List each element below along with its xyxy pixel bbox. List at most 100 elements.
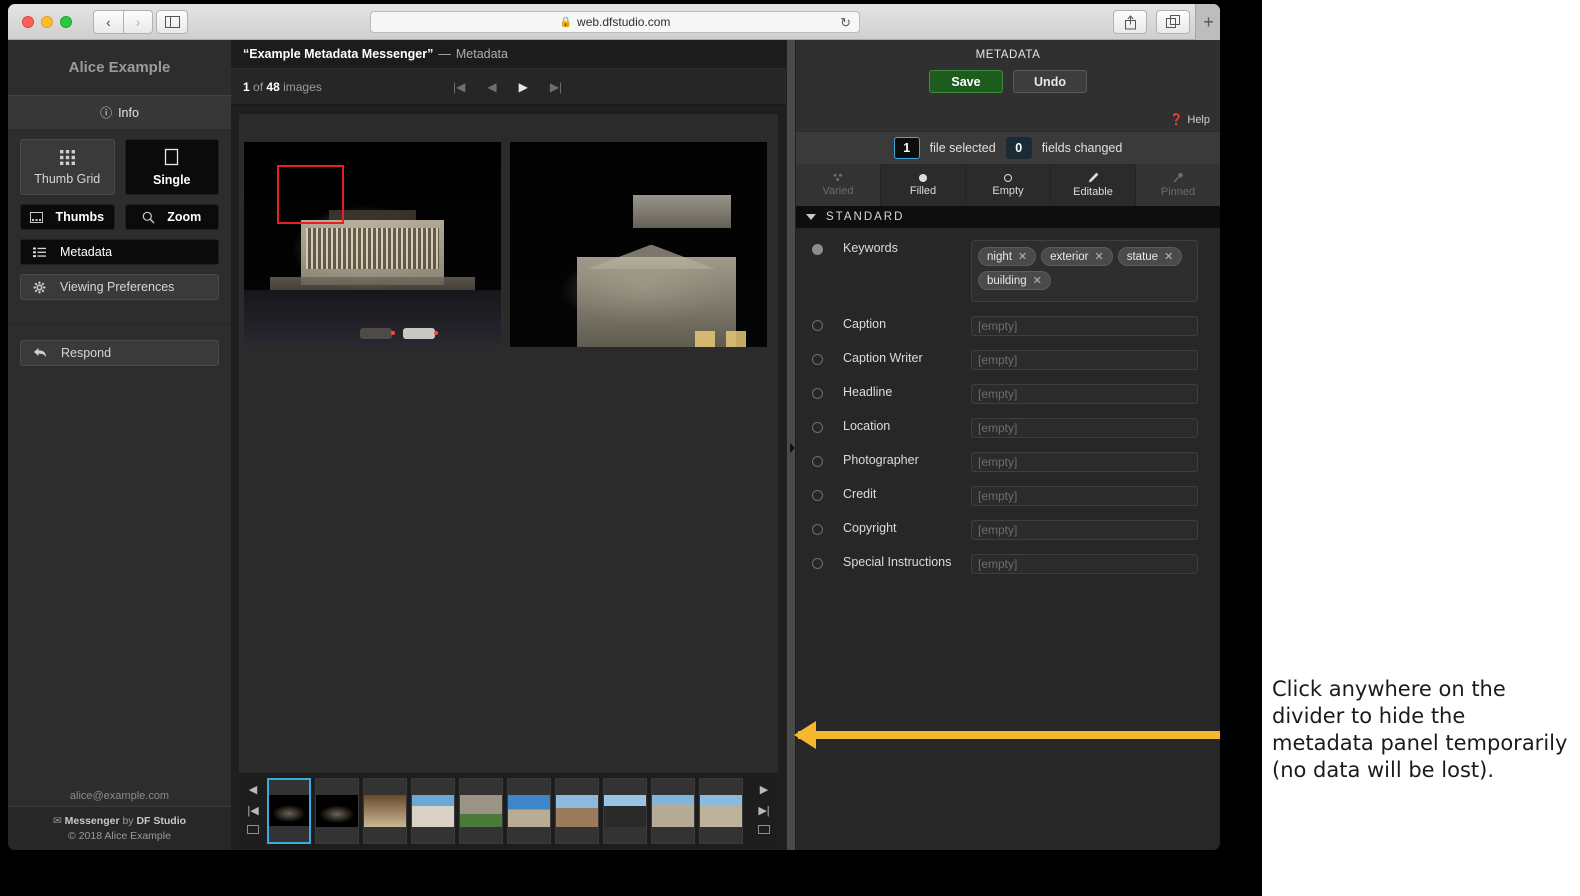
gallery-title: “Example Metadata Messenger”: [243, 47, 434, 61]
field-input[interactable]: [empty]: [971, 554, 1198, 574]
field-input[interactable]: [empty]: [971, 520, 1198, 540]
undo-button[interactable]: Undo: [1013, 70, 1087, 93]
filmstrip-prev-button[interactable]: ◀: [249, 783, 257, 796]
field-input[interactable]: [empty]: [971, 316, 1198, 336]
filmstrip-next-button[interactable]: ▶: [760, 783, 768, 796]
save-button[interactable]: Save: [929, 70, 1003, 93]
sidebar-item-single[interactable]: Single: [124, 139, 219, 195]
field-status-indicator[interactable]: [812, 558, 823, 569]
field-status-indicator[interactable]: [812, 244, 823, 255]
filter-editable[interactable]: Editable: [1051, 164, 1136, 206]
previous-image-button[interactable]: ◀: [487, 81, 496, 93]
field-input[interactable]: [empty]: [971, 350, 1198, 370]
sidebar-user-email: alice@example.com: [69, 790, 170, 802]
sidebar-item-zoom[interactable]: Zoom: [124, 204, 219, 230]
filmstrip-thumbnail[interactable]: [603, 777, 647, 844]
help-link[interactable]: ❓ Help: [1170, 113, 1210, 127]
filter-pinned[interactable]: Pinned: [1136, 164, 1220, 206]
keyword-tag[interactable]: statue ✕: [1117, 247, 1183, 266]
filmstrip-thumbnail[interactable]: [363, 777, 407, 844]
thumbnail-image: [556, 794, 598, 827]
metadata-panel: METADATA Save Undo ❓ Help 1 file selecte…: [796, 40, 1220, 850]
field-status-indicator[interactable]: [812, 320, 823, 331]
sidebar-item-thumbs[interactable]: Thumbs: [20, 204, 115, 230]
field-input[interactable]: [empty]: [971, 418, 1198, 438]
sidebar-item-respond[interactable]: Respond: [20, 340, 219, 366]
sidebar-item-metadata[interactable]: Metadata: [20, 239, 219, 265]
field-row: Copyright [empty]: [796, 520, 1220, 540]
keyword-tag[interactable]: night ✕: [978, 247, 1037, 266]
chevron-left-icon: ‹: [106, 14, 111, 30]
filmstrip-thumbnail[interactable]: [555, 777, 599, 844]
browser-sidebar-toggle-button[interactable]: [156, 10, 188, 34]
field-status-indicator[interactable]: [812, 524, 823, 535]
browser-back-button[interactable]: ‹: [93, 10, 123, 34]
metadata-filter-tabs: Varied Filled Empty Editable Pinned: [796, 164, 1220, 206]
detail-photo[interactable]: [510, 142, 767, 347]
filmstrip-thumbnail[interactable]: [459, 777, 503, 844]
title-section: Metadata: [455, 47, 508, 61]
keyword-tag[interactable]: exterior ✕: [1041, 247, 1113, 266]
keywords-input[interactable]: night ✕ exterior ✕ statue ✕ building ✕: [971, 240, 1198, 302]
filmstrip-right-controls: ▶ ▶|: [750, 773, 778, 848]
filter-empty[interactable]: Empty: [966, 164, 1051, 206]
filmstrip-thumbnail[interactable]: [267, 777, 311, 844]
sidebar-item-viewing-preferences[interactable]: Viewing Preferences: [20, 274, 219, 300]
field-status-indicator[interactable]: [812, 422, 823, 433]
next-image-button[interactable]: ▶: [519, 81, 528, 93]
reload-icon[interactable]: ↻: [840, 15, 851, 31]
divider-collapse-arrow-icon[interactable]: [790, 443, 795, 453]
window-minimize-button[interactable]: [41, 16, 53, 28]
field-status-indicator[interactable]: [812, 490, 823, 501]
crop-selection-rectangle[interactable]: [277, 164, 345, 224]
thumbnail-image: [604, 794, 646, 827]
new-tab-button[interactable]: +: [1195, 4, 1220, 40]
remove-keyword-icon[interactable]: ✕: [1164, 250, 1173, 263]
viewer-title-bar: “Example Metadata Messenger” — Metadata: [231, 40, 786, 69]
field-label: Photographer: [843, 453, 919, 467]
show-all-tabs-button[interactable]: [1156, 10, 1190, 34]
last-image-button[interactable]: ▶|: [550, 81, 562, 93]
keyword-tag[interactable]: building ✕: [978, 271, 1051, 290]
filmstrip-thumbnail[interactable]: [507, 777, 551, 844]
first-image-button[interactable]: |◀: [453, 81, 465, 93]
filmstrip-thumbnail[interactable]: [699, 777, 743, 844]
field-status-indicator[interactable]: [812, 388, 823, 399]
browser-forward-button[interactable]: ›: [123, 10, 153, 34]
field-status-indicator[interactable]: [812, 354, 823, 365]
filter-filled[interactable]: Filled: [881, 164, 966, 206]
thumbnail-image: [316, 794, 358, 827]
sidebar-item-label: Thumbs: [55, 210, 105, 224]
field-input[interactable]: [empty]: [971, 452, 1198, 472]
section-header-standard[interactable]: STANDARD: [796, 206, 1220, 228]
filmstrip-first-button[interactable]: |◀: [247, 804, 258, 817]
image-stage: IMG_2560: [239, 114, 778, 804]
field-input[interactable]: [empty]: [971, 384, 1198, 404]
filmstrip-size-large-button[interactable]: [758, 825, 770, 834]
filter-label: Empty: [992, 184, 1024, 197]
window-maximize-button[interactable]: [60, 16, 72, 28]
filmstrip-thumbnail[interactable]: [411, 777, 455, 844]
field-input[interactable]: [empty]: [971, 486, 1198, 506]
filter-varied[interactable]: Varied: [796, 164, 881, 206]
filmstrip-last-button[interactable]: ▶|: [758, 804, 769, 817]
filmstrip-thumbnail[interactable]: [651, 777, 695, 844]
reply-arrow-icon: [34, 348, 46, 358]
filmstrip-thumbnail[interactable]: [315, 777, 359, 844]
browser-url-bar[interactable]: 🔒 web.dfstudio.com ↻: [370, 11, 860, 33]
window-close-button[interactable]: [22, 16, 34, 28]
remove-keyword-icon[interactable]: ✕: [1033, 274, 1042, 287]
thumbnail-image: [700, 794, 742, 827]
sidebar-item-label: Metadata: [60, 245, 113, 259]
remove-keyword-icon[interactable]: ✕: [1095, 250, 1104, 263]
share-button[interactable]: [1113, 10, 1147, 34]
sidebar-item-thumb-grid[interactable]: Thumb Grid: [20, 139, 115, 195]
main-photo[interactable]: [244, 142, 501, 347]
remove-keyword-icon[interactable]: ✕: [1018, 250, 1027, 263]
field-status-indicator[interactable]: [812, 456, 823, 467]
sidebar-info-header[interactable]: ⓘ Info: [8, 95, 231, 129]
sidebar-footer: ✉ Messenger by DF Studio © 2018 Alice Ex…: [8, 806, 231, 850]
footer-brand-messenger: Messenger: [64, 815, 120, 827]
filmstrip-size-small-button[interactable]: [247, 825, 259, 834]
thumbs-icon: [30, 211, 44, 223]
